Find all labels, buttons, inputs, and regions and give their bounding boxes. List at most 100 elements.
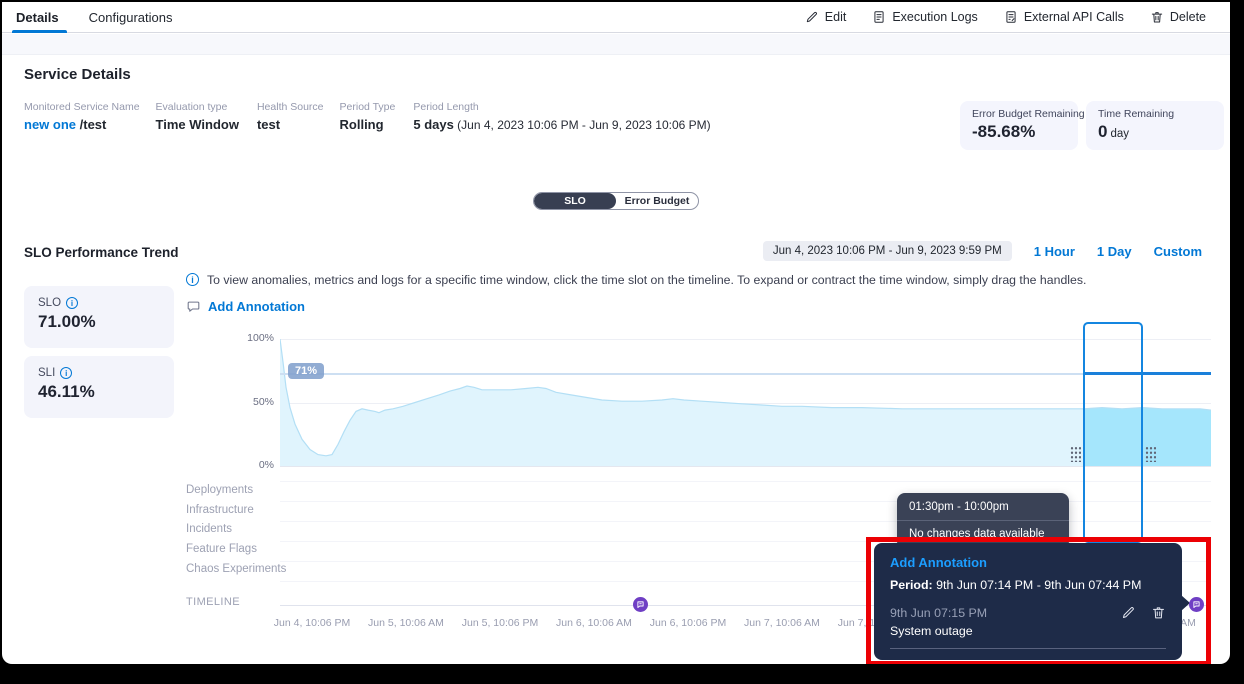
lane-label-chaos-experiments: Chaos Experiments: [186, 563, 286, 575]
popup-period-label: Period:: [890, 578, 933, 592]
service-field-health-source: Health Source test: [257, 101, 324, 132]
service-field-monitored-service-name: Monitored Service Name new one /test: [24, 101, 140, 132]
sli-kpi-card: SLI i 46.11%: [24, 356, 174, 418]
chat-bubble-icon: [636, 600, 645, 609]
y-tick-0%: 0%: [230, 459, 274, 471]
field-label: Period Type: [340, 101, 396, 113]
target-line-light: [280, 373, 1083, 375]
field-value: 5 days (Jun 4, 2023 10:06 PM - Jun 9, 20…: [413, 117, 710, 132]
service-details-title: Service Details: [24, 66, 131, 83]
error-budget-remaining-card: Error Budget Remaining -85.68%: [960, 101, 1078, 150]
chat-bubble-icon: [1192, 600, 1201, 609]
lane-line: [280, 541, 1211, 542]
lane-label-deployments: Deployments: [186, 484, 253, 496]
popup-entry-time: 9th Jun 07:15 PM: [890, 606, 987, 620]
field-value: new one /test: [24, 117, 140, 132]
document-icon: [872, 10, 886, 24]
delete-annotation-icon[interactable]: [1151, 605, 1166, 620]
annotation-marker-icon[interactable]: [1189, 597, 1204, 612]
toggle-option-error-budget[interactable]: Error Budget: [616, 193, 698, 209]
error-budget-label: Error Budget Remaining: [972, 108, 1066, 120]
tab-details-label: Details: [16, 10, 59, 25]
tab-details[interactable]: Details: [14, 2, 61, 33]
toolbar: Edit Execution Logs External API Calls D…: [805, 10, 1206, 24]
tab-configurations-label: Configurations: [89, 10, 173, 25]
tab-configurations[interactable]: Configurations: [87, 2, 175, 33]
popup-actions: [1121, 605, 1166, 620]
document-external-icon: [1004, 10, 1018, 24]
pencil-icon: [805, 10, 819, 24]
field-value: test: [257, 117, 324, 132]
field-label: Health Source: [257, 101, 324, 113]
execution-logs-label: Execution Logs: [892, 10, 977, 24]
popup-period: Period: 9th Jun 07:14 PM - 9th Jun 07:44…: [890, 578, 1166, 592]
sub-header-band: [2, 34, 1230, 55]
field-label: Monitored Service Name: [24, 101, 140, 113]
popup-add-annotation-link[interactable]: Add Annotation: [890, 555, 1166, 570]
time-remaining-number: 0: [1098, 122, 1107, 141]
selection-left-drag-handle-icon[interactable]: [1070, 446, 1081, 462]
sli-kpi-label: SLI: [38, 367, 55, 379]
service-field-evaluation-type: Evaluation typeTime Window: [156, 101, 239, 132]
annotation-popup: Add Annotation Period: 9th Jun 07:14 PM …: [874, 543, 1182, 660]
external-api-calls-button[interactable]: External API Calls: [1004, 10, 1124, 24]
lane-line: [280, 481, 1211, 482]
time-remaining-unit: day: [1110, 128, 1129, 140]
time-window-selection[interactable]: [1083, 322, 1143, 543]
lane-line: [280, 501, 1211, 502]
sli-kpi-value: 46.11%: [38, 382, 160, 402]
range-link-1-day[interactable]: 1 Day: [1097, 244, 1132, 259]
field-label: Period Length: [413, 101, 710, 113]
popup-divider: [890, 648, 1166, 649]
y-tick-50%: 50%: [230, 396, 274, 408]
y-tick-100%: 100%: [230, 332, 274, 344]
timeline-info-text: To view anomalies, metrics and logs for …: [207, 273, 1086, 287]
add-annotation-label: Add Annotation: [208, 299, 305, 314]
selection-right-drag-handle-icon[interactable]: [1145, 446, 1156, 462]
gridline-0: [280, 466, 1211, 467]
slo-info-icon[interactable]: i: [66, 297, 78, 309]
delete-button[interactable]: Delete: [1150, 10, 1206, 24]
lane-line: [280, 521, 1211, 522]
monitored-service-link[interactable]: new one: [24, 117, 76, 132]
timeline-info-banner: i To view anomalies, metrics and logs fo…: [186, 273, 1086, 287]
edit-annotation-icon[interactable]: [1121, 605, 1136, 620]
timeline-label: TIMELINE: [186, 596, 240, 608]
service-field-period-type: Period Type Rolling: [340, 101, 396, 132]
external-api-calls-label: External API Calls: [1024, 10, 1124, 24]
lane-label-feature-flags: Feature Flags: [186, 543, 257, 555]
annotation-marker-icon[interactable]: [633, 597, 648, 612]
lane-label-infrastructure: Infrastructure: [186, 504, 254, 516]
time-remaining-value: 0day: [1098, 122, 1212, 142]
time-remaining-label: Time Remaining: [1098, 108, 1212, 120]
execution-logs-button[interactable]: Execution Logs: [872, 10, 977, 24]
time-remaining-card: Time Remaining 0day: [1086, 101, 1224, 150]
app-window: Details Configurations Edit Execution Lo…: [2, 2, 1230, 664]
popup-entry-text: System outage: [890, 624, 1166, 638]
delete-label: Delete: [1170, 10, 1206, 24]
target-line-badge: 71%: [288, 363, 324, 379]
popup-period-value: 9th Jun 07:14 PM - 9th Jun 07:44 PM: [933, 578, 1142, 592]
lane-label-incidents: Incidents: [186, 523, 232, 535]
range-links: 1 Hour 1 Day Custom: [1034, 244, 1202, 259]
sli-info-icon[interactable]: i: [60, 367, 72, 379]
field-value: Rolling: [340, 117, 396, 132]
slo-error-budget-toggle: SLO Error Budget: [533, 192, 699, 210]
date-range-pill[interactable]: Jun 4, 2023 10:06 PM - Jun 9, 2023 9:59 …: [763, 241, 1012, 261]
slo-kpi-value: 71.00%: [38, 312, 160, 332]
slo-kpi-label: SLO: [38, 297, 61, 309]
range-link-custom[interactable]: Custom: [1154, 244, 1202, 259]
edit-button[interactable]: Edit: [805, 10, 847, 24]
chat-bubble-icon: [186, 299, 201, 314]
field-label: Evaluation type: [156, 101, 239, 113]
top-tab-bar: Details Configurations Edit Execution Lo…: [2, 2, 1230, 33]
range-link-1-hour[interactable]: 1 Hour: [1034, 244, 1075, 259]
trend-range-controls: Jun 4, 2023 10:06 PM - Jun 9, 2023 9:59 …: [763, 241, 1202, 261]
slo-kpi-card: SLO i 71.00%: [24, 286, 174, 348]
add-annotation-link[interactable]: Add Annotation: [186, 299, 305, 314]
service-field-period-length: Period Length 5 days (Jun 4, 2023 10:06 P…: [413, 101, 710, 132]
error-budget-value: -85.68%: [972, 122, 1066, 142]
service-details-fields: Monitored Service Name new one /test Evalu…: [24, 101, 711, 132]
toggle-option-slo[interactable]: SLO: [534, 193, 616, 209]
edit-label: Edit: [825, 10, 847, 24]
